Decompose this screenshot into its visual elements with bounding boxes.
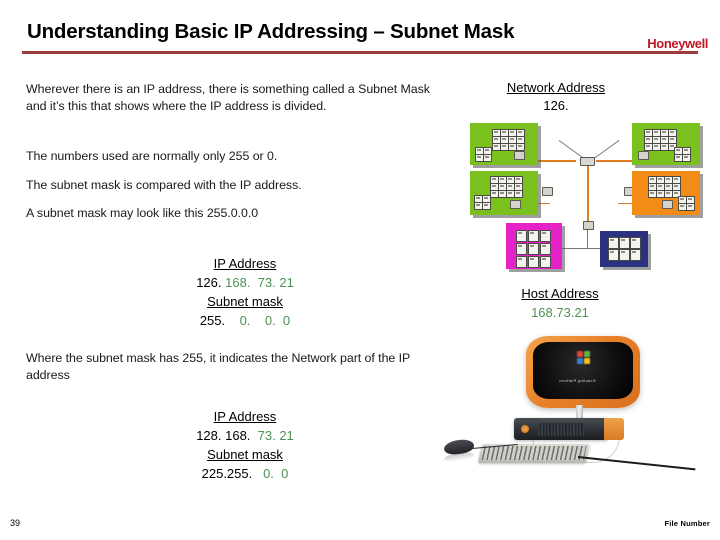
host-address-label: Host Address <box>521 286 599 301</box>
title-divider <box>22 51 698 54</box>
ip-address-label-2: IP Address <box>213 409 277 424</box>
lan-segment-top-right <box>632 123 700 165</box>
body-paragraph-4: A subnet mask may look like this 255.0.0… <box>26 206 259 220</box>
monitor-screen: Exacting Platform <box>533 342 633 399</box>
ip-address-octets-2: 128. 168. 73. 21 <box>120 426 370 445</box>
mask-network-octets-2: 225.255. <box>201 466 253 481</box>
ip-address-octets-1: 126. 168. 73. 21 <box>120 273 370 292</box>
central-hub-icon <box>580 157 595 166</box>
lan-segment-bottom-left <box>506 223 562 269</box>
server-cluster-icon <box>600 231 648 267</box>
lan-segment-top-left <box>470 123 538 165</box>
lan-segment-mid-left <box>470 171 538 215</box>
monitor-bezel: Exacting Platform <box>526 336 640 408</box>
computer-tower <box>514 418 608 440</box>
power-button-icon <box>521 425 529 433</box>
link-hub-to-bottom <box>587 163 589 223</box>
body-paragraph-2: The numbers used are normally only 255 o… <box>26 149 278 163</box>
desktop-computer-image: Exacting Platform <box>428 332 704 487</box>
switch-bottom-icon <box>583 221 594 230</box>
link-hub-to-topright <box>596 160 636 162</box>
workstation-cluster-icon <box>632 123 700 165</box>
ip-host-octets-2: 73. 21 <box>250 428 294 443</box>
tower-vent <box>538 423 584 436</box>
mask-network-octets-1: 255. <box>199 313 226 328</box>
ip-address-label-1: IP Address <box>213 256 277 271</box>
tower-end-cap <box>604 418 624 440</box>
workstation-cluster-icon <box>470 171 538 215</box>
honeywell-logo: Honeywell <box>647 36 708 51</box>
slide-number: 39 <box>10 518 21 528</box>
switch-left-icon <box>542 187 553 196</box>
file-number-label: File Number <box>664 519 710 528</box>
ip-network-octets-1: 126. <box>196 275 222 290</box>
workstation-cluster-icon <box>470 123 538 165</box>
power-cable <box>577 456 696 470</box>
screen-caption: Exacting Platform <box>559 378 596 383</box>
network-address-label: Network Address <box>506 80 606 95</box>
subnet-mask-label-2: Subnet mask <box>207 447 283 462</box>
subnet-mask-octets-2: 225.255. 0. 0 <box>120 464 370 483</box>
ip-host-octets-1: 168. 73. 21 <box>221 275 294 290</box>
windows-logo-icon <box>577 351 590 364</box>
network-address-value: 126. <box>543 98 569 113</box>
lan-segment-mid-right <box>632 171 700 215</box>
link-bottom-trunk <box>587 227 589 249</box>
ip-address-block-2: IP Address 128. 168. 73. 21 Subnet mask … <box>120 407 370 483</box>
server-cluster-icon <box>506 223 562 269</box>
ip-network-octets-2: 128. 168. <box>196 428 251 443</box>
mask-host-octets-1: 0. 0. 0 <box>225 313 291 328</box>
link-topleft-to-hub <box>538 160 576 162</box>
body-paragraph-5: Where the subnet mask has 255, it indica… <box>26 351 411 382</box>
page-title: Understanding Basic IP Addressing – Subn… <box>27 20 515 43</box>
body-paragraph-1: Wherever there is an IP address, there i… <box>26 82 430 113</box>
lan-segment-bottom-right <box>600 231 648 267</box>
mask-host-octets-2: 0. 0 <box>252 466 289 481</box>
body-paragraph-3: The subnet mask is compared with the IP … <box>26 178 302 192</box>
subnet-mask-octets-1: 255. 0. 0. 0 <box>120 311 370 330</box>
subnet-mask-label-1: Subnet mask <box>207 294 283 309</box>
keyboard-keys <box>481 446 587 460</box>
ip-address-block-1: IP Address 126. 168. 73. 21 Subnet mask … <box>120 254 370 330</box>
host-address-value: 168.73.21 <box>531 305 589 320</box>
workstation-cluster-icon <box>632 171 700 215</box>
network-topology-diagram <box>466 115 704 270</box>
